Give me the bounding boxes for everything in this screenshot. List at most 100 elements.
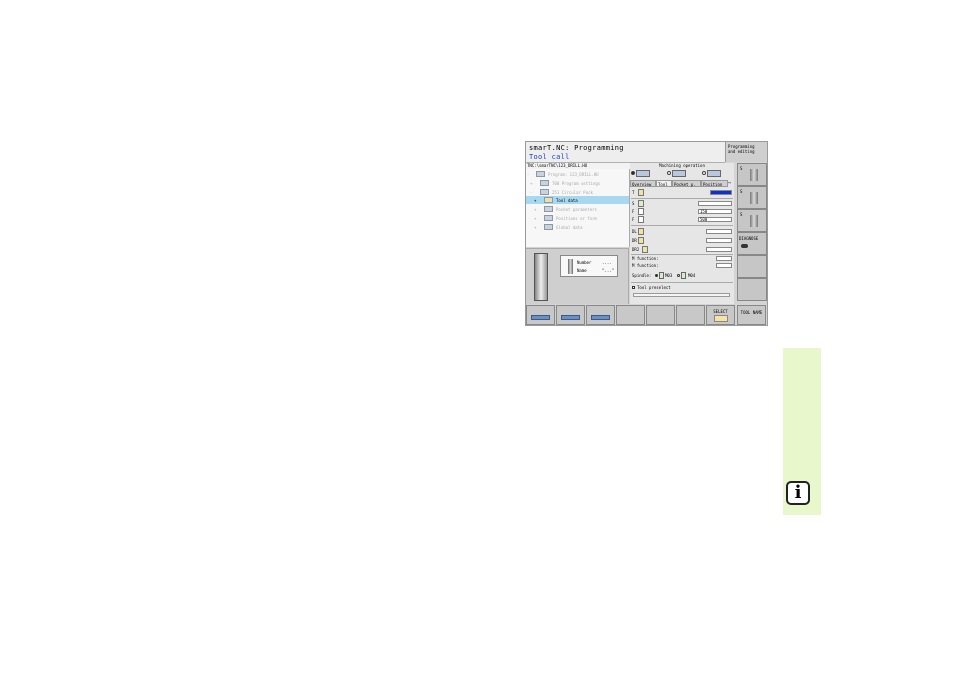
radio-operation-1[interactable] [631,171,635,175]
f1-label: F [632,209,635,214]
clockwise-icon [659,272,664,279]
tree-expander[interactable]: - [530,190,532,195]
floor-finishing-icon [672,170,686,177]
dr-label: DR [632,238,637,243]
vertical-softkeys: S S S DIAGNOSE [735,163,767,304]
radio-m04[interactable] [677,274,680,277]
softkey-floor-finishing[interactable] [556,305,585,325]
tool-preselect-checkbox[interactable] [632,286,635,289]
feed-per-tooth-icon [750,215,758,227]
softkey-side-finishing[interactable] [586,305,615,325]
row-delta-radius: DR [632,237,732,244]
delta-length-input[interactable] [706,229,732,234]
tool-info-box: Number .... Name "..." [560,255,618,277]
radio-m03[interactable] [655,274,658,277]
s-label: S [632,201,635,206]
program-icon [536,171,545,177]
tree-item-global-data[interactable]: + Global data [526,223,629,231]
info-icon: i [786,481,810,505]
side-finishing-icon [591,315,610,320]
delta-radius-2-input[interactable] [706,247,732,252]
screen-subtitle: Tool call [529,153,570,161]
row-tool-preselect: Tool preselect [632,285,732,291]
tab-position[interactable]: Position [701,180,728,187]
tree-item-label: Pocket parameters [556,207,597,212]
tree-item-positions[interactable]: + Positions or form [526,214,629,222]
tree-item-program[interactable]: - Program: 123_DRILL.HU [526,170,629,178]
tab-scroll-icon[interactable]: ↔ [728,180,731,186]
roughing-icon [531,315,550,320]
radio-operation-2[interactable] [667,171,671,175]
mode-line-2: and editing [728,149,755,154]
softkey-empty-5[interactable] [676,305,705,325]
m04-label: M04 [688,273,696,278]
tree-item-circular-pocket[interactable]: - 251 Circular Pock [526,188,629,196]
m-function-1-input[interactable] [716,256,732,261]
tree-item-tool-data[interactable]: + Tool data [526,196,629,204]
screen-header: smarT.NC: Programming Tool call [526,142,725,163]
global-data-icon [544,224,553,230]
dl-label: DL [632,229,637,234]
m03-label: M03 [665,273,673,278]
softkey-tool-name[interactable]: TOOL NAME [737,305,766,325]
counterclockwise-icon [681,272,686,279]
softkey-surface-speed[interactable]: S [737,186,767,209]
row-plunge-feed: F 150 [632,208,732,215]
tab-tool[interactable]: Tool [656,180,672,187]
softkey-select[interactable]: SELECT [706,305,735,325]
divider [631,282,733,283]
operating-mode-indicator: Programming and editing [725,142,767,162]
tab-overview[interactable]: Overview [630,180,656,187]
plunge-feed-input[interactable]: 150 [698,209,732,214]
tree-item-label: 700 Program settings [552,181,601,186]
spindle-speed-input[interactable] [698,201,732,206]
surface-speed-icon [750,192,758,204]
screen-title: smarT.NC: Programming [529,144,624,152]
softkey-empty-3[interactable] [616,305,645,325]
tool-number-input[interactable] [710,190,732,195]
tool-number-value: .... [602,260,612,265]
tree-expander[interactable]: + [530,181,532,186]
softkey-empty-4[interactable] [646,305,675,325]
settings-icon [540,180,549,186]
plunge-feed-icon [638,208,644,215]
f2-label: F [632,217,635,222]
radio-operation-3[interactable] [702,171,706,175]
softkey-spindle-speed[interactable]: S [737,163,767,186]
softkey-feed-per-tooth[interactable]: S [737,209,767,232]
milling-feed-input[interactable]: 500 [698,217,732,222]
tree-item-label: Positions or form [556,216,597,221]
row-milling-feed: F 500 [632,216,732,223]
end-mill-icon [534,253,548,301]
tree-expander[interactable]: + [534,198,536,203]
delta-radius-2-icon [642,246,648,253]
tab-pocket-parameters[interactable]: Pocket p. [672,180,701,187]
tool-icon [544,197,553,203]
tool-name-label: Name [577,268,587,273]
tree-expander[interactable]: + [534,207,536,212]
tree-expander[interactable]: - [527,172,529,177]
tool-preview-panel: Number .... Name "..." [526,248,629,304]
floor-finishing-icon [561,315,580,320]
softkey-diagnose[interactable]: DIAGNOSE [737,232,767,255]
tree-item-pocket-parameters[interactable]: + Pocket parameters [526,205,629,213]
tree-expander[interactable]: + [534,216,536,221]
divider [631,225,733,226]
pocket-icon [540,189,549,195]
tree-item-program-settings[interactable]: + 700 Program settings [526,179,629,187]
tool-name-value: "..." [602,268,615,273]
diagnose-icon [741,244,748,248]
m-function-2-input[interactable] [716,263,732,268]
softkey-empty-1[interactable] [737,255,767,278]
tree-item-label: Tool data [556,198,578,203]
row-tool-number: T [632,189,732,196]
tool-preselect-label: Tool preselect [637,285,671,290]
tree-expander[interactable]: + [534,225,536,230]
softkey-empty-2[interactable] [737,278,767,301]
tool-preselect-input[interactable] [633,293,730,297]
delta-radius-input[interactable] [706,238,732,243]
row-m-function-1: M function: [632,256,732,262]
operation-selector [630,169,734,178]
tree-item-label: Global data [556,225,583,230]
softkey-roughing[interactable] [526,305,555,325]
